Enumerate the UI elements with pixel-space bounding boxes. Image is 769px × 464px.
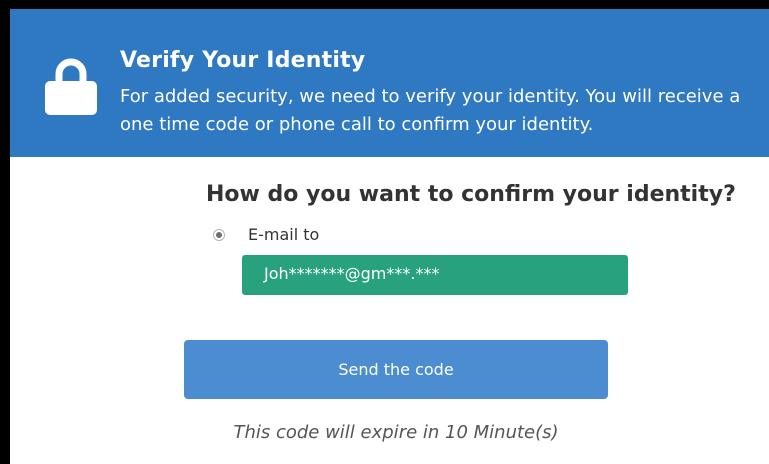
confirm-question: How do you want to confirm your identity… — [206, 182, 736, 207]
masked-email[interactable]: Joh*******@gm***.*** — [242, 255, 628, 295]
page-title: Verify Your Identity — [120, 48, 366, 73]
expiry-note: This code will expire in 10 Minute(s) — [233, 422, 559, 443]
header-banner: Verify Your Identity For added security,… — [10, 9, 769, 157]
lock-icon — [45, 58, 97, 115]
send-code-button[interactable]: Send the code — [184, 340, 608, 399]
email-option-label[interactable]: E-mail to — [248, 225, 319, 244]
page-description: For added security, we need to verify yo… — [120, 86, 741, 135]
email-radio[interactable] — [213, 229, 225, 241]
